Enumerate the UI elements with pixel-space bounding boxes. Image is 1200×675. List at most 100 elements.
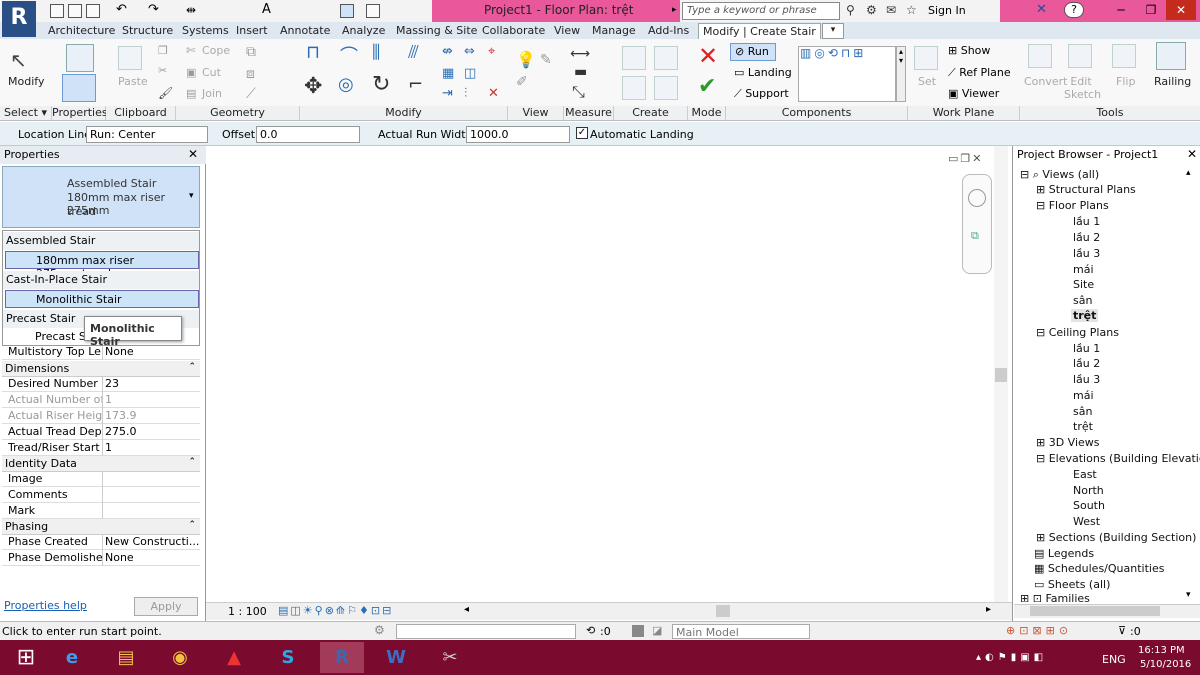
prop-comments-value[interactable] (102, 487, 200, 503)
aligned-dimension-icon[interactable]: ⤡ (572, 82, 585, 102)
type-selector[interactable]: Assembled Stair 180mm max riser 275mm tr… (2, 166, 200, 228)
trim-extend-icon[interactable]: ⇥ (442, 86, 453, 101)
align-icon[interactable]: ⊓ (306, 42, 320, 63)
panel-select[interactable]: Select ▾ (0, 106, 52, 120)
prop-desired-risers[interactable]: Desired Number ... 23 (2, 376, 200, 392)
zoom-icon[interactable]: ⧉ (971, 229, 979, 243)
cursor-icon[interactable]: ↖ (10, 48, 27, 72)
gallery-scroll[interactable]: ▴ ▾ (896, 46, 906, 102)
tree-el-east[interactable]: East (1073, 468, 1097, 481)
tree-structural-plans[interactable]: ⊞ Structural Plans (1036, 183, 1136, 196)
finish-edit-icon[interactable]: ✔ (698, 74, 716, 99)
mirror-axis-icon[interactable]: ⫼ (372, 42, 380, 63)
type-selector-dropdown-icon[interactable]: ▾ (189, 191, 194, 201)
measure-line-icon[interactable]: ▬ (574, 64, 587, 80)
viewer-button[interactable]: ▣ Viewer (948, 87, 999, 100)
offset-icon[interactable]: ⌒ (340, 42, 358, 68)
tree-3d-views[interactable]: ⊞ 3D Views (1036, 436, 1100, 449)
expand-icon[interactable]: ⊞ (1036, 531, 1045, 544)
collapse-icon[interactable]: ⊟ (1036, 199, 1045, 212)
browser-hscroll-thumb[interactable] (1030, 606, 1160, 616)
tab-modify-create-stair[interactable]: Modify | Create Stair (698, 23, 821, 39)
dropdown-item-180mm[interactable]: 180mm max riser 275mm tread (5, 251, 199, 280)
prop-mark-value[interactable] (102, 503, 200, 519)
auto-landing-checkbox[interactable]: ✓ (576, 127, 588, 139)
filter-icon[interactable]: ⊽ (1118, 624, 1126, 637)
tree-cp-lau1[interactable]: lầu 1 (1073, 342, 1100, 355)
steering-wheel-icon[interactable] (968, 189, 986, 207)
unpin-icon[interactable]: ⌖ (488, 44, 495, 59)
tree-sheets[interactable]: ▭ Sheets (all) (1034, 578, 1110, 591)
collapse-icon[interactable]: ⌃ (188, 520, 196, 530)
hscroll-left-icon[interactable]: ◂ (464, 604, 469, 615)
type-properties-icon[interactable] (66, 44, 94, 72)
tray-icons[interactable]: ▴◐⚑▮▣◧ (976, 652, 1047, 663)
language-indicator[interactable]: ENG (1102, 653, 1126, 666)
prop-comments[interactable]: Comments (2, 487, 200, 503)
tree-cp-mai[interactable]: mái (1073, 389, 1094, 402)
tree-families[interactable]: ⊞ ⊡ Families (1020, 592, 1090, 602)
landing-button[interactable]: ▭ Landing (734, 66, 794, 79)
view-control-icons[interactable]: ▤◫☀⚲⊗⟰⚐♦⊡⊟ (278, 604, 393, 617)
tree-el-south[interactable]: South (1073, 499, 1105, 512)
communication-icon[interactable]: ✉ (886, 3, 896, 17)
undo-icon[interactable]: ↶ (116, 3, 130, 18)
navigation-bar[interactable]: ⧉ (962, 174, 992, 274)
match-properties-icon[interactable]: 🖌 (158, 86, 173, 100)
exclude-options-icon[interactable]: ◪ (652, 624, 662, 637)
tree-fp-site[interactable]: Site (1073, 278, 1094, 291)
editing-requests-icon[interactable]: ⟲ (586, 624, 595, 637)
tab-analyze[interactable]: Analyze (342, 23, 385, 39)
close-hidden-icon[interactable] (366, 4, 380, 18)
ie-icon[interactable]: e (50, 642, 94, 673)
split-icon[interactable]: ⇎ (442, 44, 453, 59)
revit-taskbar-icon[interactable]: R (320, 642, 364, 673)
tab-collaborate[interactable]: Collaborate (482, 23, 545, 39)
prop-phase-created-value[interactable]: New Constructi... (102, 534, 200, 550)
autocad-icon[interactable]: ▲ (212, 642, 256, 673)
support-button[interactable]: ⟋ Support (734, 87, 794, 101)
worksets-icon[interactable]: ⚙ (374, 623, 385, 637)
move-icon[interactable]: ✥ (304, 74, 322, 99)
tree-cp-san[interactable]: sân (1073, 405, 1092, 418)
tree-cp-tret[interactable]: trệt (1073, 420, 1093, 433)
railing-button[interactable]: Railing (1154, 75, 1191, 88)
offset-input[interactable]: 0.0 (256, 126, 360, 143)
measure-distance-icon[interactable]: ⟷ (570, 46, 590, 62)
measure-icon[interactable]: ⇹ (186, 4, 200, 18)
properties-toggle-icon[interactable] (62, 74, 96, 102)
tree-elevations[interactable]: ⊟ Elevations (Building Elevatic (1036, 452, 1200, 465)
revit-logo-button[interactable]: R (2, 1, 36, 37)
search-expand-icon[interactable]: ▸ (672, 5, 677, 15)
design-option-select[interactable]: Main Model (672, 624, 810, 639)
modify-button[interactable]: Modify (8, 75, 44, 88)
trim-icon[interactable]: ⌐ (408, 74, 423, 95)
tree-cp-lau2[interactable]: lầu 2 (1073, 357, 1100, 370)
tree-cp-lau3[interactable]: lầu 3 (1073, 373, 1100, 386)
word-icon[interactable]: W (374, 642, 418, 673)
restore-button[interactable]: ❐ (1136, 0, 1166, 20)
help-button[interactable]: ? (1064, 2, 1084, 18)
hscroll-thumb[interactable] (716, 605, 730, 617)
run-button[interactable]: ⊘ Run (730, 43, 776, 61)
tree-fp-tret-active[interactable]: trệt (1071, 309, 1099, 322)
save-icon[interactable] (68, 4, 82, 18)
location-line-select[interactable]: Run: Center (86, 126, 208, 143)
tab-massing-site[interactable]: Massing & Site (396, 23, 477, 39)
clock-date[interactable]: 5/10/2016 (1140, 659, 1191, 670)
workset-select[interactable] (396, 624, 576, 639)
snipping-tool-icon[interactable]: ✂ (428, 642, 472, 673)
properties-close-icon[interactable]: ✕ (188, 147, 198, 161)
railing-icon[interactable] (1156, 42, 1186, 70)
collapse-icon[interactable]: ⌃ (188, 362, 196, 372)
browser-scroll-up-icon[interactable]: ▴ (1186, 168, 1191, 178)
redo-icon[interactable]: ↷ (148, 3, 162, 18)
properties-help-link[interactable]: Properties help (4, 599, 87, 612)
tab-manage[interactable]: Manage (592, 23, 636, 39)
thin-lines-icon[interactable] (340, 4, 354, 18)
text-icon[interactable]: A (262, 3, 276, 18)
tree-fp-lau2[interactable]: lầu 2 (1073, 231, 1100, 244)
tree-ceiling-plans[interactable]: ⊟ Ceiling Plans (1036, 326, 1119, 339)
tab-structure[interactable]: Structure (122, 23, 173, 39)
tab-menu-dropdown[interactable]: ▾ (822, 23, 844, 39)
